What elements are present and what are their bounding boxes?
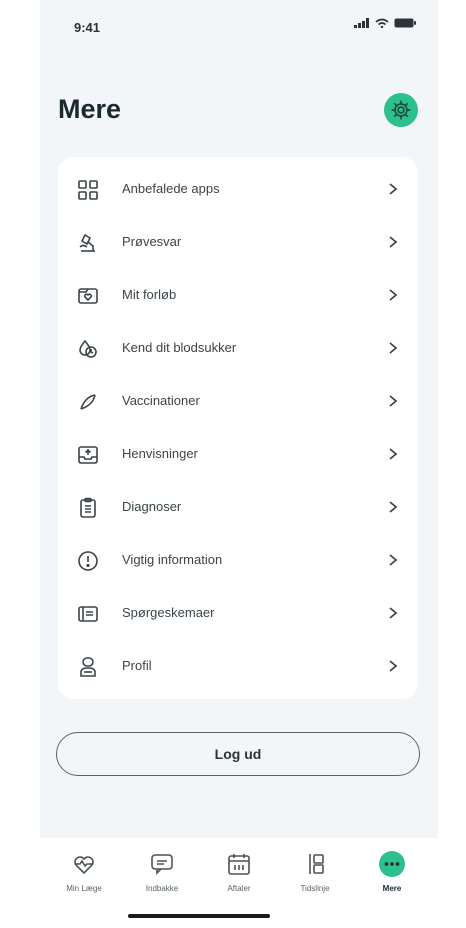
menu-item-label: Vaccinationer [122,393,200,408]
menu-item-label: Diagnoser [122,499,182,514]
menu-item-anbefalede-apps[interactable]: Anbefalede apps [58,163,418,216]
vaccine-icon [76,390,100,414]
menu-item-kend-dit-blodsukker[interactable]: Kend dit blodsukker [58,322,418,375]
tab-mere[interactable]: Mere [360,850,424,902]
chevron-right-icon [389,448,398,460]
status-bar: 9:41 [40,0,438,48]
tab-label: Min Læge [66,884,102,893]
chevron-right-icon [389,554,398,566]
chevron-right-icon [389,342,398,354]
chevron-right-icon [389,501,398,513]
message-icon [148,850,176,878]
menu-item-label: Henvisninger [122,446,198,461]
grid-apps-icon [76,178,100,202]
chevron-right-icon [389,395,398,407]
menu-item-label: Anbefalede apps [122,181,220,196]
calendar-icon [225,850,253,878]
battery-icon [394,18,416,28]
menu-item-diagnoser[interactable]: Diagnoser [58,481,418,534]
chevron-right-icon [389,607,398,619]
tab-label: Indbakke [145,884,179,893]
menu-item-provesvar[interactable]: Prøvesvar [58,216,418,269]
menu-item-profil[interactable]: Profil [58,640,418,693]
chevron-right-icon [389,183,398,195]
menu-item-label: Profil [122,658,152,673]
signal-icon [354,18,369,28]
menu-item-vaccinationer[interactable]: Vaccinationer [58,375,418,428]
tab-aftaler[interactable]: Aftaler [207,850,271,902]
inbox-referral-icon [76,443,100,467]
page-title: Mere [58,94,122,124]
blood-sugar-icon [76,337,100,361]
menu-item-henvisninger[interactable]: Henvisninger [58,428,418,481]
wifi-icon [375,18,389,28]
chevron-right-icon [389,289,398,301]
clipboard-icon [76,496,100,520]
more-icon [378,850,406,878]
tab-label: Tidslinje [300,884,330,893]
menu-item-label: Kend dit blodsukker [122,340,237,355]
menu-item-label: Mit forløb [122,287,177,302]
menu-item-label: Vigtig information [122,552,223,567]
microscope-icon [76,231,100,255]
phone-screen: 9:41 Mere Anbefalede apps Prøvesvar Mit … [40,0,438,928]
status-time: 9:41 [74,20,101,35]
menu-item-sporgeskemaer[interactable]: Spørgeskemaer [58,587,418,640]
heart-folder-icon [76,284,100,308]
menu-item-label: Spørgeskemaer [122,605,215,620]
chevron-right-icon [389,660,398,672]
timeline-icon [301,850,329,878]
chevron-right-icon [389,236,398,248]
logout-button[interactable]: Log ud [56,732,420,776]
form-icon [76,602,100,626]
tab-label: Mere [382,884,402,893]
status-icons [354,18,416,28]
settings-button[interactable] [384,93,418,127]
tab-indbakke[interactable]: Indbakke [130,850,194,902]
menu-card: Anbefalede apps Prøvesvar Mit forløb Ken… [58,157,418,699]
home-indicator [128,914,270,918]
menu-item-label: Prøvesvar [122,234,182,249]
tab-min-laege[interactable]: Min Læge [52,850,116,902]
heart-pulse-icon [70,850,98,878]
gear-icon [391,100,411,120]
profile-icon [76,655,100,679]
tab-label: Aftaler [227,884,251,893]
menu-item-vigtig-information[interactable]: Vigtig information [58,534,418,587]
menu-item-mit-forlob[interactable]: Mit forløb [58,269,418,322]
exclamation-circle-icon [76,549,100,573]
tab-tidslinje[interactable]: Tidslinje [283,850,347,902]
